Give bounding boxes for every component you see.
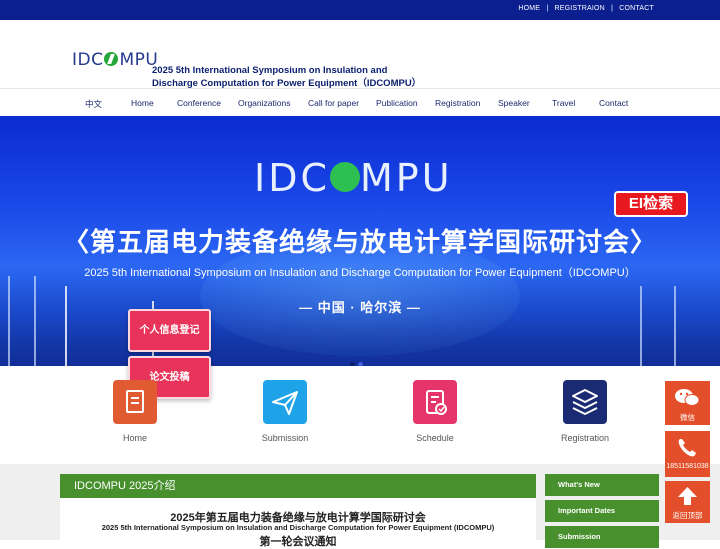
banner-title-cn: 〈第五届电力装备绝缘与放电计算学国际研讨会〉 bbox=[62, 227, 657, 257]
paper-plane-icon bbox=[272, 391, 298, 415]
phone-float-button[interactable]: 18511581038 bbox=[665, 431, 710, 477]
nav-item-conference[interactable]: Conference bbox=[177, 98, 221, 108]
banner-title-en: 2025 5th International Symposium on Insu… bbox=[84, 267, 636, 279]
top-link-home[interactable]: HOME bbox=[518, 5, 540, 12]
nav-item-registration[interactable]: Registration bbox=[435, 98, 480, 108]
nav-item-speaker[interactable]: Speaker bbox=[498, 98, 530, 108]
wechat-label: 微信 bbox=[680, 413, 695, 422]
banner-logo-post: MPU bbox=[360, 156, 453, 200]
header-title: 2025 5th International Symposium on Insu… bbox=[152, 64, 421, 90]
main-nav: 中文 Home Conference Organizations Call fo… bbox=[0, 88, 720, 116]
home-quick-label[interactable]: Home bbox=[95, 433, 175, 443]
clipboard-check-icon bbox=[426, 390, 447, 415]
top-links: HOME | REGISTRAION | CONTACT bbox=[518, 5, 654, 12]
banner-logo: IDC MPU bbox=[254, 156, 453, 200]
nav-item-call-for-paper[interactable]: Call for paper bbox=[308, 98, 359, 108]
registration-quick-label[interactable]: Registration bbox=[545, 433, 625, 443]
document-icon bbox=[126, 390, 144, 413]
banner-logo-pre: IDC bbox=[254, 156, 331, 200]
top-link-contact[interactable]: CONTACT bbox=[619, 5, 654, 12]
nav-item-publication[interactable]: Publication bbox=[376, 98, 418, 108]
personal-info-register-button[interactable]: 个人信息登记 bbox=[128, 309, 211, 352]
carousel-dot[interactable] bbox=[358, 362, 363, 366]
hero-banner: IDC MPU EI检索 〈第五届电力装备绝缘与放电计算学国际研讨会〉 2025 … bbox=[0, 116, 720, 366]
side-menu-important-dates[interactable]: Important Dates bbox=[545, 500, 659, 522]
site-header: IDC MPU 2025 5th International Symposium … bbox=[0, 20, 720, 90]
banner-logo-o-icon bbox=[330, 161, 361, 192]
wechat-float-button[interactable]: 微信 bbox=[665, 381, 710, 425]
nav-item-home[interactable]: Home bbox=[131, 98, 154, 108]
logo-o-icon bbox=[104, 52, 119, 66]
submission-quick-link[interactable] bbox=[263, 380, 307, 424]
intro-panel-heading: IDCOMPU 2025介绍 bbox=[60, 474, 536, 498]
site-logo[interactable]: IDC MPU bbox=[72, 50, 158, 70]
nav-item-chinese[interactable]: 中文 bbox=[85, 98, 102, 110]
registration-quick-link[interactable] bbox=[563, 380, 607, 424]
carousel-dot[interactable] bbox=[350, 362, 355, 366]
banner-city-skyline bbox=[0, 276, 720, 366]
schedule-quick-label[interactable]: Schedule bbox=[395, 433, 475, 443]
intro-notice: 第一轮会议通知 bbox=[259, 536, 337, 548]
side-menu-whats-new[interactable]: What's New bbox=[545, 474, 659, 496]
power-tower-icon bbox=[8, 276, 36, 366]
arrow-up-icon bbox=[678, 487, 697, 505]
phone-icon bbox=[678, 439, 696, 457]
schedule-quick-link[interactable] bbox=[413, 380, 457, 424]
submission-quick-label[interactable]: Submission bbox=[245, 433, 325, 443]
ei-badge: EI检索 bbox=[614, 191, 688, 217]
top-separator: | bbox=[611, 5, 614, 12]
nav-item-travel[interactable]: Travel bbox=[552, 98, 575, 108]
logo-text-pre: IDC bbox=[72, 50, 104, 70]
home-quick-link[interactable] bbox=[113, 380, 157, 424]
top-link-registration[interactable]: REGISTRAION bbox=[555, 5, 605, 12]
banner-location: — 中国 · 哈尔滨 — bbox=[299, 300, 421, 315]
header-title-line1: 2025 5th International Symposium on Insu… bbox=[152, 65, 388, 76]
back-to-top-button[interactable]: 返回顶部 bbox=[665, 481, 710, 523]
top-bar: HOME | REGISTRAION | CONTACT bbox=[0, 0, 720, 20]
intro-title-en: 2025 5th International Symposium on Insu… bbox=[101, 523, 495, 532]
top-separator: | bbox=[546, 5, 549, 12]
carousel-dots bbox=[350, 354, 366, 366]
phone-number: 18511581038 bbox=[666, 463, 709, 470]
side-menu-submission[interactable]: Submission bbox=[545, 526, 659, 548]
nav-item-organizations[interactable]: Organizations bbox=[238, 98, 290, 108]
wechat-icon bbox=[675, 389, 700, 406]
nav-item-contact[interactable]: Contact bbox=[599, 98, 628, 108]
layers-icon bbox=[572, 389, 598, 415]
back-to-top-label: 返回顶部 bbox=[672, 511, 703, 520]
